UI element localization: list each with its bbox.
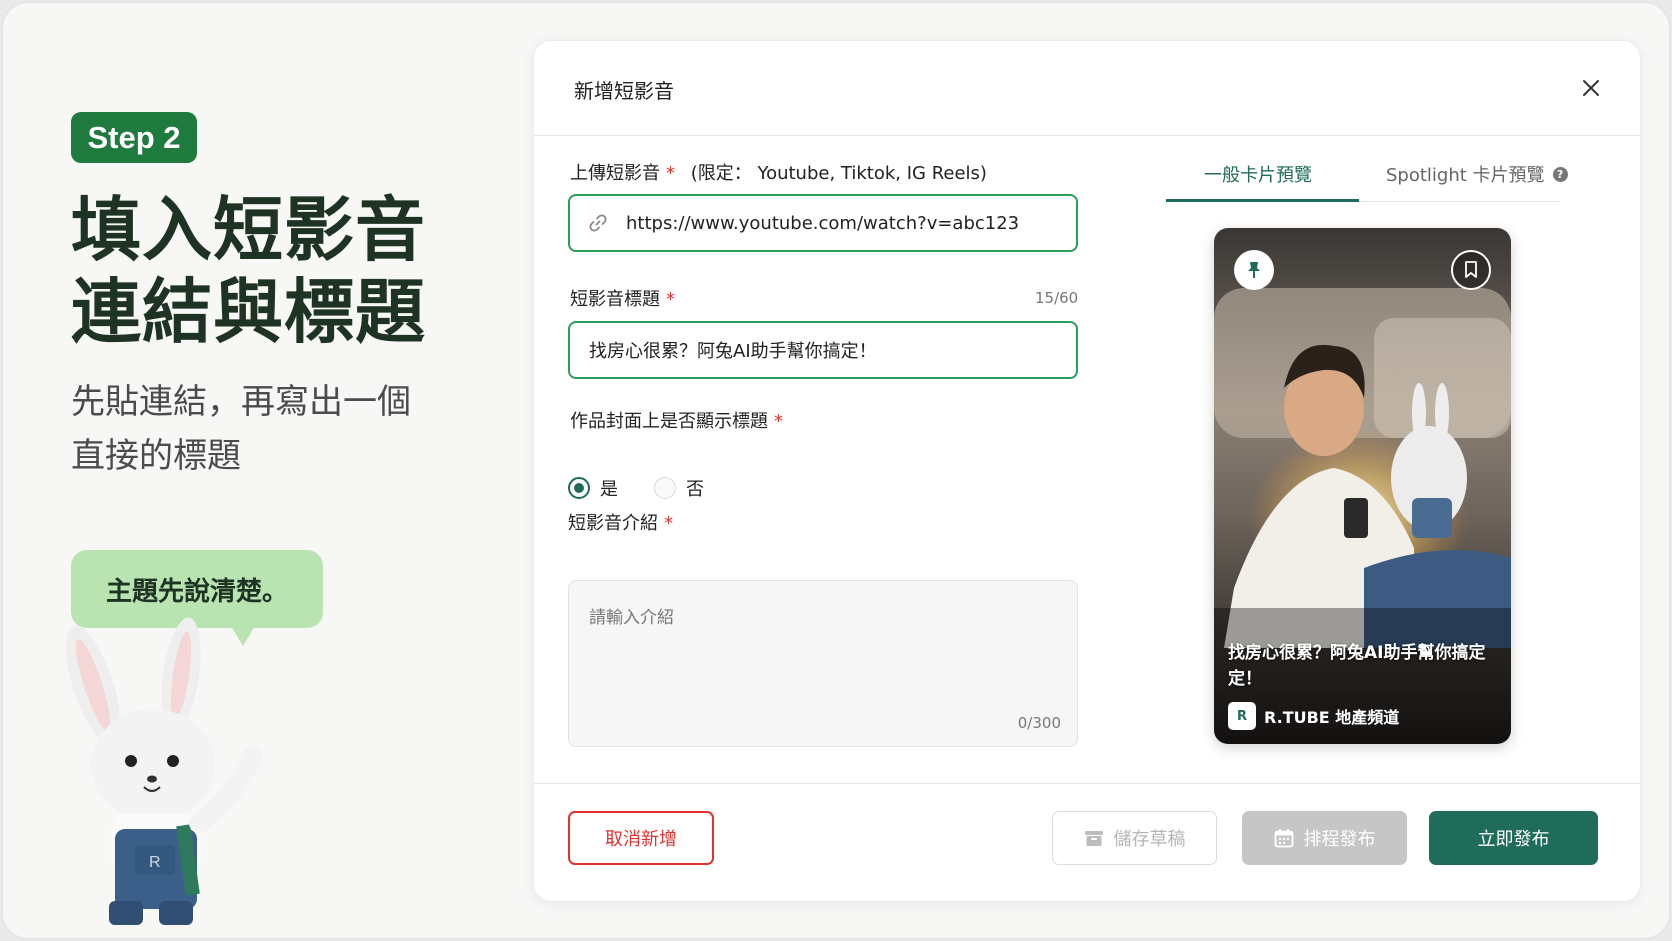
link-icon-wrap <box>570 213 626 233</box>
show-title-label: 作品封面上是否顯示標題 * <box>570 407 783 433</box>
channel-logo: R <box>1228 702 1256 730</box>
video-title-input[interactable]: 找房心很累？阿兔AI助手幫你搞定！ <box>568 321 1078 379</box>
pin-button[interactable] <box>1234 250 1274 290</box>
video-url-input[interactable]: https://www.youtube.com/watch?v=abc123 <box>568 194 1078 252</box>
slide-canvas: Step 2 填入短影音 連結與標題 先貼連結，再寫出一個 直接的標題 主題先說… <box>2 2 1670 939</box>
close-icon <box>1583 80 1599 96</box>
intro-label-text: 短影音介紹 <box>568 513 658 534</box>
upload-hint: (限定： Youtube, Tiktok, IG Reels) <box>690 163 987 184</box>
radio-no[interactable] <box>654 477 676 499</box>
preview-caption: 找房心很累？阿兔AI助手幫你搞定 定！ <box>1228 640 1503 692</box>
tab-general-label: 一般卡片預覽 <box>1204 165 1312 186</box>
upload-label: 上傳短影音 * (限定： Youtube, Tiktok, IG Reels) <box>570 159 987 185</box>
save-draft-button[interactable]: 儲存草稿 <box>1052 811 1217 865</box>
hero-title-line2: 連結與標題 <box>71 271 426 353</box>
video-title-value: 找房心很累？阿兔AI助手幫你搞定！ <box>589 341 877 362</box>
help-icon[interactable]: ? <box>1552 166 1568 182</box>
preview-caption-line2: 定！ <box>1228 669 1262 689</box>
intro-char-counter: 0/300 <box>1017 714 1061 732</box>
required-mark: * <box>664 513 673 534</box>
tab-spotlight-label: Spotlight 卡片預覽 <box>1386 165 1545 186</box>
preview-caption-line1: 找房心很累？阿兔AI助手幫你搞定 <box>1228 643 1486 663</box>
tab-spotlight-card-preview[interactable]: Spotlight 卡片預覽 ? <box>1386 154 1568 194</box>
svg-text:R: R <box>149 854 161 871</box>
hero-subtitle-line1: 先貼連結，再寫出一個 <box>71 382 411 422</box>
publish-now-button[interactable]: 立即發布 <box>1429 811 1598 865</box>
hero-title: 填入短影音 連結與標題 <box>71 189 471 353</box>
preview-channel: R R.TUBE 地產頻道 <box>1228 702 1399 730</box>
add-short-video-modal: 新增短影音 上傳短影音 * (限定： Youtube, Tiktok, IG Re… <box>533 40 1641 902</box>
archive-icon <box>1084 831 1103 846</box>
active-tab-indicator <box>1166 199 1359 202</box>
save-draft-label: 儲存草稿 <box>1113 829 1186 850</box>
pin-icon <box>1248 262 1260 278</box>
intro-placeholder: 請輸入介紹 <box>589 608 674 628</box>
required-mark: * <box>666 289 675 310</box>
hero-subtitle-line2: 直接的標題 <box>71 436 241 476</box>
video-url-value: https://www.youtube.com/watch?v=abc123 <box>626 212 1020 234</box>
channel-name: R.TUBE 地產頻道 <box>1264 708 1400 727</box>
step-badge: Step 2 <box>71 112 197 163</box>
video-title-label: 短影音標題 * <box>570 285 675 311</box>
tab-general-card-preview[interactable]: 一般卡片預覽 <box>1204 154 1312 194</box>
hero-subtitle: 先貼連結，再寫出一個 直接的標題 <box>71 375 451 483</box>
title-char-counter: 15/60 <box>1035 289 1079 307</box>
bookmark-icon <box>1465 261 1477 278</box>
schedule-publish-button[interactable]: 排程發布 <box>1242 811 1407 865</box>
link-icon <box>589 214 607 232</box>
intro-textarea[interactable]: 請輸入介紹 0/300 <box>568 580 1078 747</box>
radio-yes-label[interactable]: 是 <box>600 475 618 501</box>
required-mark: * <box>666 163 675 184</box>
radio-no-label[interactable]: 否 <box>686 475 704 501</box>
modal-header: 新增短影音 <box>534 41 1640 136</box>
rabbit-mascot-illustration: R <box>66 617 263 925</box>
hero-title-line1: 填入短影音 <box>71 189 426 271</box>
show-title-radio-group: 是 否 <box>568 475 704 501</box>
show-title-label-text: 作品封面上是否顯示標題 <box>570 411 768 432</box>
required-mark: * <box>774 411 783 432</box>
bookmark-button[interactable] <box>1451 250 1491 290</box>
video-title-label-text: 短影音標題 <box>570 289 660 310</box>
close-button[interactable] <box>1576 73 1606 103</box>
upload-label-text: 上傳短影音 <box>570 163 660 184</box>
intro-label: 短影音介紹 * <box>568 509 673 535</box>
cancel-add-button[interactable]: 取消新增 <box>568 811 714 865</box>
modal-title: 新增短影音 <box>574 79 674 103</box>
schedule-publish-label: 排程發布 <box>1303 829 1376 850</box>
radio-yes[interactable] <box>568 477 590 499</box>
footer-divider <box>534 783 1640 784</box>
calendar-icon <box>1274 829 1293 848</box>
preview-card[interactable]: 找房心很累？阿兔AI助手幫你搞定 定！ R R.TUBE 地產頻道 <box>1214 228 1511 744</box>
